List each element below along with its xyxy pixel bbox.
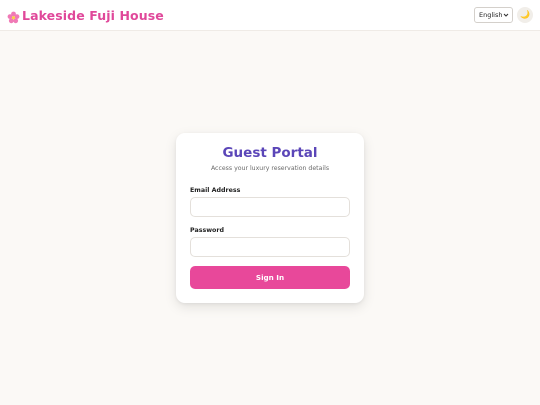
brand-title: Lakeside Fuji House <box>22 8 164 23</box>
theme-toggle-button[interactable]: 🌙 <box>517 7 533 23</box>
email-label: Email Address <box>190 187 241 194</box>
sign-in-button[interactable]: Sign In <box>190 266 350 289</box>
top-header: Lakeside Fuji House English 🌙 <box>0 0 540 31</box>
password-label: Password <box>190 227 224 234</box>
card-subtitle: Access your luxury reservation details <box>210 165 330 172</box>
chevron-down-icon <box>503 12 509 18</box>
moon-icon: 🌙 <box>520 10 530 19</box>
password-field[interactable] <box>190 237 350 257</box>
email-field[interactable] <box>190 197 350 217</box>
language-select[interactable]: English <box>474 7 513 23</box>
language-selected-value: English <box>479 11 503 19</box>
cherry-blossom-icon <box>7 9 20 24</box>
brand[interactable]: Lakeside Fuji House <box>7 7 164 24</box>
card-title: Guest Portal <box>222 145 318 161</box>
login-card: Guest Portal Access your luxury reservat… <box>176 133 364 303</box>
